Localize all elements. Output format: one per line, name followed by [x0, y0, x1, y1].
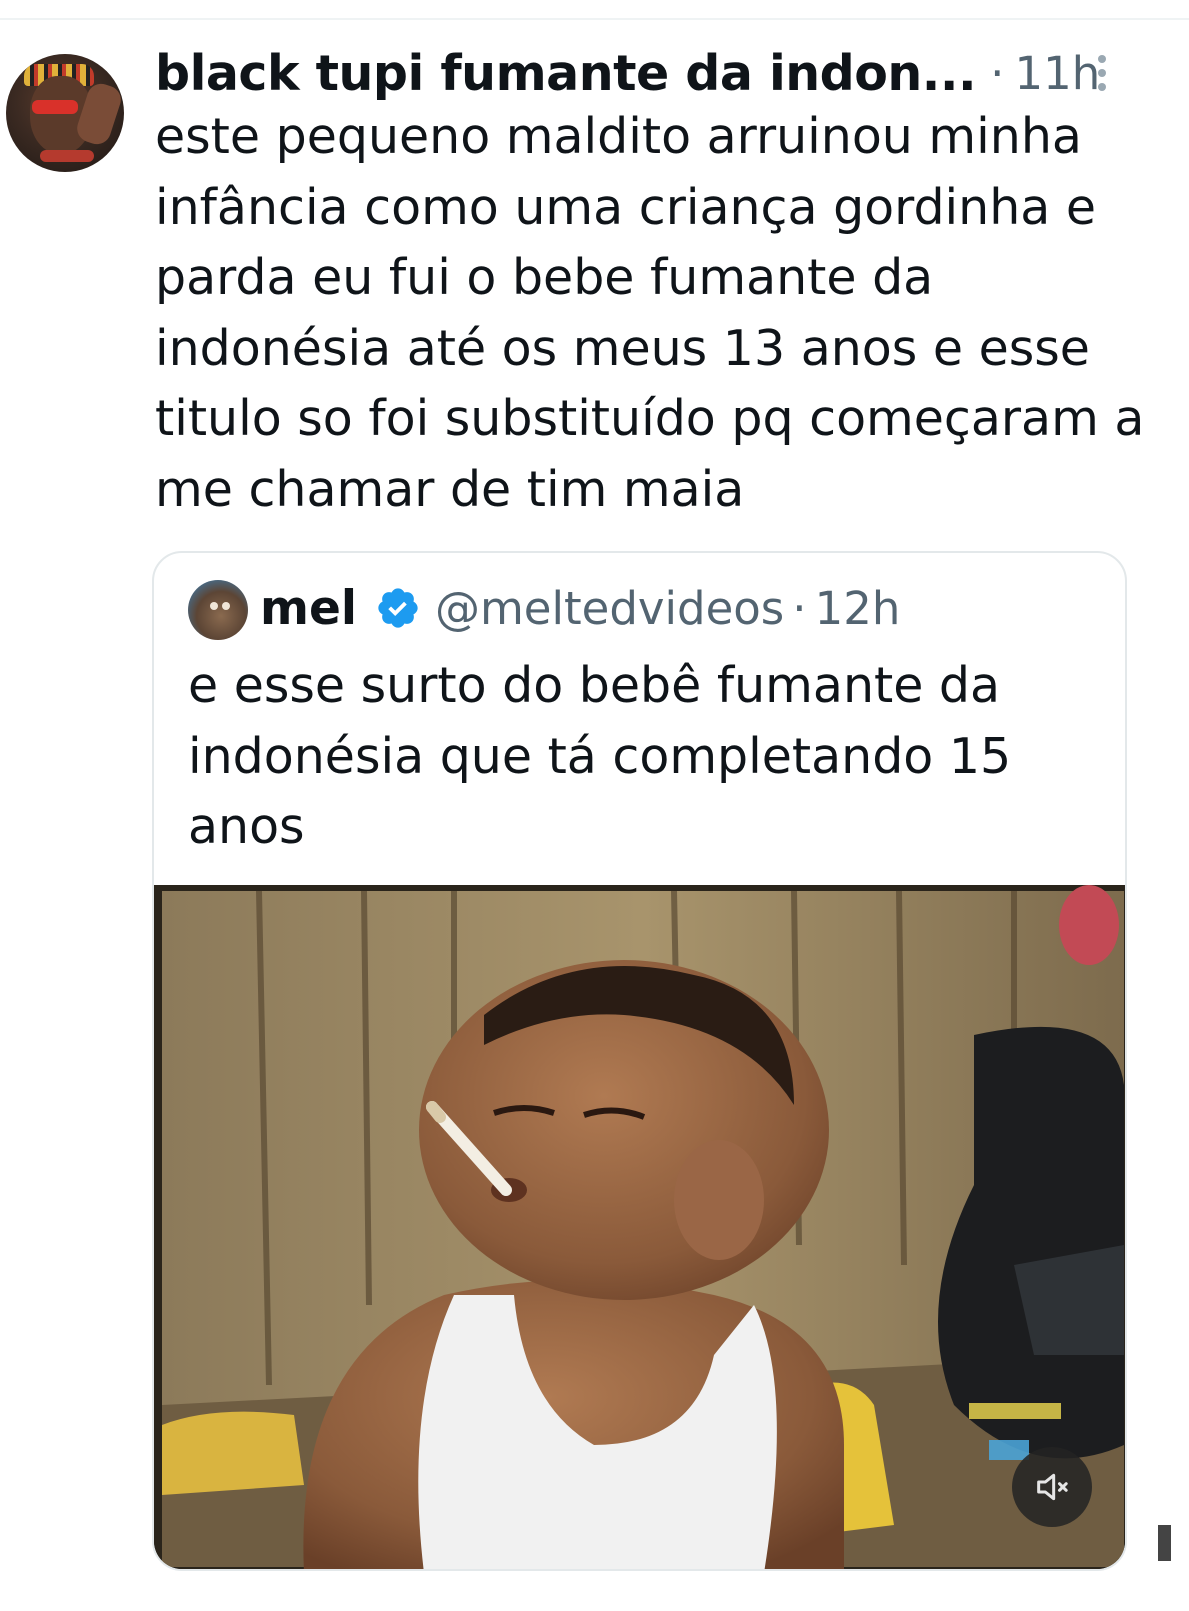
quoted-author-name: mel — [260, 580, 357, 636]
avatar-necklace — [40, 150, 94, 162]
quoted-tweet-video[interactable] — [154, 885, 1125, 1569]
tweet-time[interactable]: 11h — [1014, 47, 1100, 100]
quoted-author-avatar — [188, 580, 248, 640]
quoted-header-separator: · — [792, 581, 807, 635]
top-divider — [0, 18, 1189, 20]
quoted-author-handle: @meltedvideos — [434, 581, 785, 635]
quoted-tweet-card[interactable]: mel @meltedvideos · 12h e esse surto do … — [152, 551, 1127, 1571]
quoted-tweet-text: e esse surto do bebê fumante da indonési… — [188, 657, 1012, 855]
video-frame — [154, 885, 1125, 1569]
author-avatar[interactable] — [6, 54, 124, 172]
quoted-tweet-time: 12h — [814, 581, 901, 635]
scrollbar-thumb[interactable] — [1158, 1525, 1171, 1561]
author-name[interactable]: black tupi fumante da indon... — [155, 45, 977, 102]
avatar-face-paint — [32, 100, 78, 114]
tweet-text: este pequeno maldito arruinou minha infâ… — [155, 108, 1145, 518]
more-vertical-icon[interactable] — [1091, 55, 1113, 97]
tweet-header: black tupi fumante da indon... · 11h — [155, 40, 1100, 106]
quoted-tweet-header: mel @meltedvideos · 12h — [260, 573, 900, 643]
speaker-muted-icon — [1037, 1473, 1068, 1501]
verified-badge-icon — [378, 588, 418, 628]
header-separator: · — [990, 46, 1005, 100]
mute-toggle-button[interactable] — [1012, 1447, 1092, 1527]
